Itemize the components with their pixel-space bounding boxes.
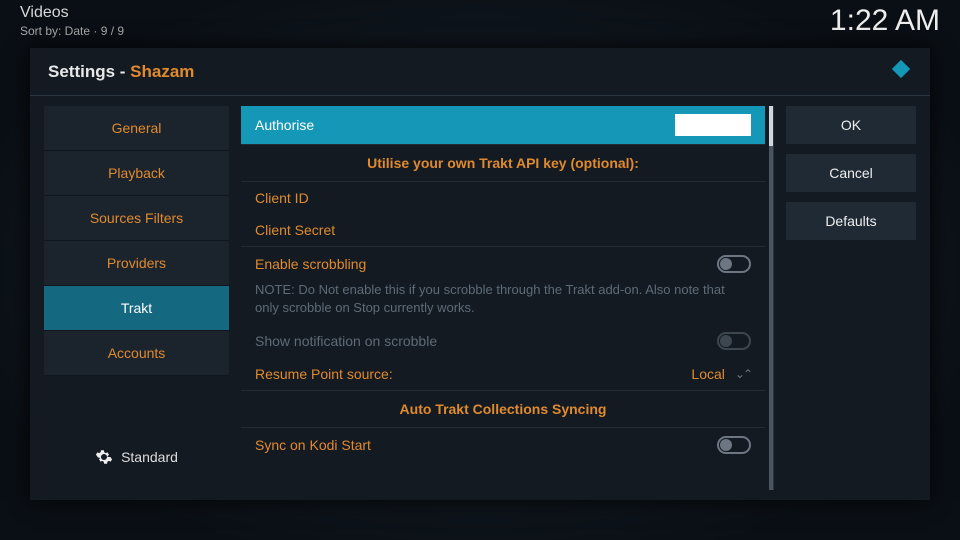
sidebar-item-playback[interactable]: Playback bbox=[44, 151, 229, 196]
settings-level-label: Standard bbox=[121, 449, 178, 465]
resume-point-label: Resume Point source: bbox=[255, 366, 393, 382]
authorise-value bbox=[675, 114, 751, 136]
kodi-logo-icon bbox=[890, 58, 912, 85]
setting-show-notification-label: Show notification on scrobble bbox=[255, 333, 437, 349]
toggle-show-notification bbox=[717, 332, 751, 350]
gear-icon bbox=[95, 448, 113, 466]
setting-client-id-label: Client ID bbox=[255, 190, 309, 206]
dialog-title-prefix: Settings - bbox=[48, 62, 130, 81]
section-trakt-api-key: Utilise your own Trakt API key (optional… bbox=[241, 145, 765, 182]
sidebar-item-trakt[interactable]: Trakt bbox=[44, 286, 229, 331]
setting-authorise-label: Authorise bbox=[255, 117, 314, 133]
setting-show-notification: Show notification on scrobble bbox=[241, 324, 765, 358]
updown-icon: ⌄⌃ bbox=[735, 367, 751, 381]
scrobble-note-row: NOTE: Do Not enable this if you scrobble… bbox=[241, 281, 765, 324]
setting-client-secret-label: Client Secret bbox=[255, 222, 335, 238]
sidebar-item-general[interactable]: General bbox=[44, 106, 229, 151]
scrobble-note-text: NOTE: Do Not enable this if you scrobble… bbox=[255, 281, 751, 316]
cancel-button[interactable]: Cancel bbox=[786, 154, 916, 192]
clock: 1:22 AM bbox=[830, 4, 940, 38]
settings-content: Authorise Utilise your own Trakt API key… bbox=[241, 106, 774, 490]
section-auto-sync: Auto Trakt Collections Syncing bbox=[241, 391, 765, 428]
scrollbar[interactable] bbox=[769, 106, 773, 490]
sidebar-item-sources-filters[interactable]: Sources Filters bbox=[44, 196, 229, 241]
setting-client-id[interactable]: Client ID bbox=[241, 182, 765, 214]
ok-button[interactable]: OK bbox=[786, 106, 916, 144]
setting-sync-on-start[interactable]: Sync on Kodi Start bbox=[241, 428, 765, 462]
setting-enable-scrobbling[interactable]: Enable scrobbling bbox=[241, 247, 765, 281]
dialog-actions: OK Cancel Defaults bbox=[786, 106, 916, 490]
resume-point-value: Local bbox=[691, 366, 724, 382]
breadcrumb-section: Videos bbox=[20, 4, 124, 22]
dialog-title-addon: Shazam bbox=[130, 62, 194, 81]
settings-dialog: Settings - Shazam General Playback Sourc… bbox=[30, 48, 930, 500]
defaults-button[interactable]: Defaults bbox=[786, 202, 916, 240]
setting-enable-scrobbling-label: Enable scrobbling bbox=[255, 256, 366, 272]
dialog-title: Settings - Shazam bbox=[48, 62, 194, 82]
scrollbar-thumb[interactable] bbox=[769, 106, 773, 146]
category-sidebar: General Playback Sources Filters Provide… bbox=[44, 106, 229, 490]
setting-client-secret[interactable]: Client Secret bbox=[241, 214, 765, 247]
sidebar-item-providers[interactable]: Providers bbox=[44, 241, 229, 286]
sort-info: Sort by: Date · 9 / 9 bbox=[20, 24, 124, 38]
toggle-sync-on-start[interactable] bbox=[717, 436, 751, 454]
setting-resume-point-source[interactable]: Resume Point source: Local ⌄⌃ bbox=[241, 358, 765, 391]
toggle-enable-scrobbling[interactable] bbox=[717, 255, 751, 273]
setting-sync-on-start-label: Sync on Kodi Start bbox=[255, 437, 371, 453]
sidebar-item-accounts[interactable]: Accounts bbox=[44, 331, 229, 376]
setting-authorise[interactable]: Authorise bbox=[241, 106, 765, 145]
settings-level[interactable]: Standard bbox=[44, 430, 229, 490]
